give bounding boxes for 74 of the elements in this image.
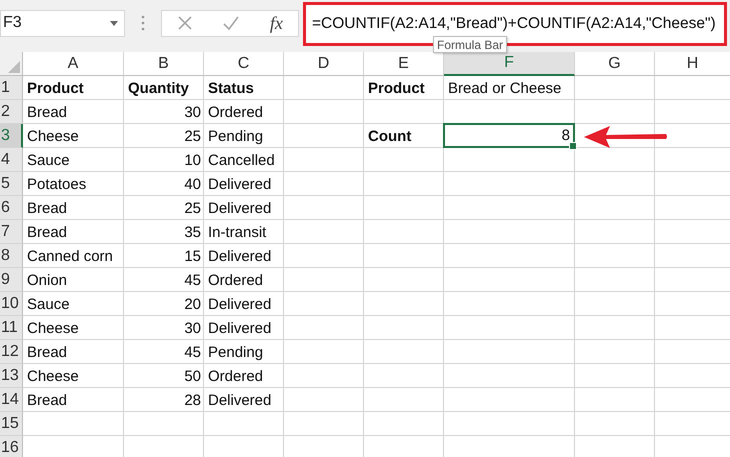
row-header[interactable]: 15 bbox=[0, 412, 23, 436]
table-cell[interactable]: Bread bbox=[23, 100, 124, 124]
fill-handle[interactable] bbox=[569, 142, 577, 150]
table-cell[interactable]: Cancelled bbox=[204, 148, 284, 172]
table-cell[interactable]: 30 bbox=[124, 100, 204, 124]
table-cell[interactable]: Delivered bbox=[204, 388, 284, 412]
table-cell[interactable]: Cheese bbox=[23, 124, 124, 148]
table-cell[interactable]: Cheese bbox=[23, 364, 124, 388]
table-cell[interactable]: Sauce bbox=[23, 292, 124, 316]
table-cell[interactable]: 28 bbox=[124, 388, 204, 412]
table-cell[interactable]: 15 bbox=[124, 244, 204, 268]
table-cell[interactable]: Delivered bbox=[204, 316, 284, 340]
row-header[interactable]: 4 bbox=[0, 148, 23, 172]
tooltip: Formula Bar bbox=[433, 36, 508, 53]
select-all-corner[interactable] bbox=[0, 52, 23, 76]
row-header[interactable]: 13 bbox=[0, 364, 23, 388]
cancel-icon[interactable] bbox=[177, 15, 194, 31]
table-cell[interactable]: 20 bbox=[124, 292, 204, 316]
table-cell[interactable]: Onion bbox=[23, 268, 124, 292]
row-header[interactable]: 11 bbox=[0, 316, 23, 340]
caret-icon bbox=[110, 20, 118, 26]
table-cell[interactable]: Bread bbox=[23, 388, 124, 412]
row-header[interactable]: 10 bbox=[0, 292, 23, 316]
column-header[interactable]: F bbox=[444, 52, 575, 76]
table-cell[interactable]: Delivered bbox=[204, 244, 284, 268]
table-cell[interactable]: Bread or Cheese bbox=[444, 76, 575, 100]
table-cell[interactable]: 25 bbox=[124, 196, 204, 220]
table-cell[interactable]: Delivered bbox=[204, 172, 284, 196]
active-cell[interactable]: 8 bbox=[443, 123, 575, 148]
table-cell[interactable]: Product bbox=[364, 76, 444, 100]
table-cell[interactable]: Status bbox=[204, 76, 284, 100]
table-cell[interactable]: Pending bbox=[204, 340, 284, 364]
table-cell[interactable]: 45 bbox=[124, 268, 204, 292]
table-cell[interactable]: Bread bbox=[23, 220, 124, 244]
table-cell[interactable]: Cheese bbox=[23, 316, 124, 340]
table-cell[interactable]: Bread bbox=[23, 196, 124, 220]
table-cell[interactable]: In-transit bbox=[204, 220, 284, 244]
table-cell[interactable]: 35 bbox=[124, 220, 204, 244]
row-header[interactable]: 7 bbox=[0, 220, 23, 244]
table-cell[interactable]: Potatoes bbox=[23, 172, 124, 196]
row-header[interactable]: 8 bbox=[0, 244, 23, 268]
table-cell[interactable]: Ordered bbox=[204, 100, 284, 124]
triangle-icon bbox=[8, 61, 20, 73]
table-cell[interactable]: 10 bbox=[124, 148, 204, 172]
table-cell[interactable]: Product bbox=[23, 76, 124, 100]
arrow-icon bbox=[584, 126, 668, 148]
table-cell[interactable]: 50 bbox=[124, 364, 204, 388]
insert-function-button[interactable]: fx bbox=[270, 12, 283, 34]
table-cell[interactable]: Delivered bbox=[204, 196, 284, 220]
grip-icon bbox=[141, 15, 145, 31]
table-cell[interactable]: Quantity bbox=[124, 76, 204, 100]
table-cell[interactable]: Bread bbox=[23, 340, 124, 364]
table-cell[interactable]: Delivered bbox=[204, 292, 284, 316]
table-cell[interactable]: 45 bbox=[124, 340, 204, 364]
table-cell[interactable]: Canned corn bbox=[23, 244, 124, 268]
row-header[interactable]: 16 bbox=[0, 436, 23, 457]
table-cell[interactable]: Sauce bbox=[23, 148, 124, 172]
table-cell[interactable]: 30 bbox=[124, 316, 204, 340]
table-cell[interactable]: Ordered bbox=[204, 268, 284, 292]
table-cell[interactable]: 25 bbox=[124, 124, 204, 148]
row-header[interactable]: 12 bbox=[0, 340, 23, 364]
row-header[interactable]: 1 bbox=[0, 76, 23, 100]
table-cell[interactable]: Ordered bbox=[204, 364, 284, 388]
row-header[interactable]: 6 bbox=[0, 196, 23, 220]
name-box[interactable]: F3 bbox=[0, 10, 125, 36]
table-cell[interactable]: Pending bbox=[204, 124, 284, 148]
row-header[interactable]: 3 bbox=[0, 124, 23, 148]
table-cell[interactable]: 40 bbox=[124, 172, 204, 196]
row-header[interactable]: 5 bbox=[0, 172, 23, 196]
row-header[interactable]: 2 bbox=[0, 100, 23, 124]
row-header[interactable]: 9 bbox=[0, 268, 23, 292]
check-icon[interactable] bbox=[223, 15, 240, 31]
table-cell[interactable]: Count bbox=[364, 124, 444, 148]
row-header[interactable]: 14 bbox=[0, 388, 23, 412]
